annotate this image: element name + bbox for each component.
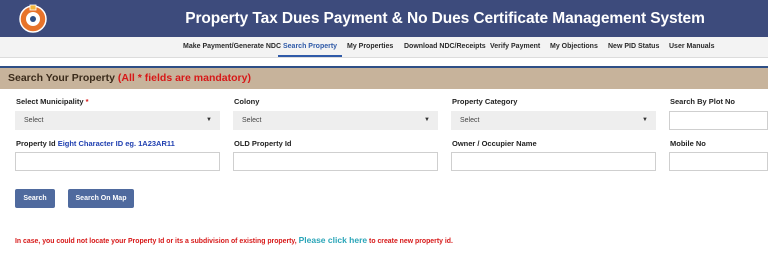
- caret-down-icon: ▼: [424, 117, 430, 123]
- plot-input[interactable]: [669, 111, 768, 130]
- nav-download-ndc[interactable]: Download NDC/Receipts: [404, 37, 486, 57]
- caret-down-icon: ▼: [642, 117, 648, 123]
- haryana-emblem-icon: [19, 4, 47, 33]
- main-nav: Make Payment/Generate NDC Search Propert…: [0, 37, 768, 58]
- municipality-select[interactable]: Select ▼: [15, 111, 220, 130]
- caret-down-icon: ▼: [206, 117, 212, 123]
- property-id-hint: Eight Character ID eg. 1A23AR11: [57, 139, 175, 148]
- nav-my-objections[interactable]: My Objections: [550, 37, 598, 57]
- colony-select[interactable]: Select ▼: [233, 111, 438, 130]
- category-label: Property Category: [452, 97, 518, 106]
- create-property-link[interactable]: Please click here: [299, 235, 368, 245]
- nav-user-manuals[interactable]: User Manuals: [669, 37, 715, 57]
- colony-select-value: Select: [242, 117, 262, 124]
- plot-label: Search By Plot No: [670, 97, 736, 106]
- category-select-value: Select: [460, 117, 480, 124]
- page-title: Property Tax Dues Payment & No Dues Cert…: [185, 10, 705, 27]
- search-button[interactable]: Search: [15, 189, 55, 208]
- municipality-label: Select Municipality *: [16, 97, 89, 106]
- create-property-note: In case, you could not locate your Prope…: [15, 235, 453, 245]
- app-header: Property Tax Dues Payment & No Dues Cert…: [0, 0, 768, 37]
- owner-input[interactable]: [451, 152, 656, 171]
- property-id-label: Property Id Eight Character ID eg. 1A23A…: [16, 139, 175, 148]
- mobile-input[interactable]: [669, 152, 768, 171]
- mobile-label: Mobile No: [670, 139, 706, 148]
- search-section-header: Search Your Property (All * fields are m…: [0, 66, 768, 89]
- old-property-id-input[interactable]: [233, 152, 438, 171]
- municipality-select-value: Select: [24, 117, 44, 124]
- section-title-text: Search Your Property: [8, 72, 115, 84]
- old-property-id-label: OLD Property Id: [234, 139, 292, 148]
- owner-label: Owner / Occupier Name: [452, 139, 537, 148]
- nav-my-properties[interactable]: My Properties: [347, 37, 393, 57]
- note-suffix: to create new property id.: [369, 238, 453, 245]
- colony-label: Colony: [234, 97, 260, 106]
- nav-make-payment[interactable]: Make Payment/Generate NDC: [183, 37, 281, 57]
- nav-search-property[interactable]: Search Property: [278, 37, 343, 57]
- property-id-label-text: Property Id: [16, 139, 56, 148]
- category-select[interactable]: Select ▼: [451, 111, 656, 130]
- note-prefix: In case, you could not locate your Prope…: [15, 238, 297, 245]
- municipality-label-text: Select Municipality: [16, 97, 84, 106]
- property-id-input[interactable]: [15, 152, 220, 171]
- mandatory-note: (All * fields are mandatory): [117, 72, 251, 84]
- nav-verify-payment[interactable]: Verify Payment: [490, 37, 540, 57]
- nav-new-pid-status[interactable]: New PID Status: [608, 37, 659, 57]
- search-on-map-button[interactable]: Search On Map: [68, 189, 134, 208]
- required-mark: *: [85, 97, 89, 106]
- section-title: Search Your Property (All * fields are m…: [8, 68, 251, 89]
